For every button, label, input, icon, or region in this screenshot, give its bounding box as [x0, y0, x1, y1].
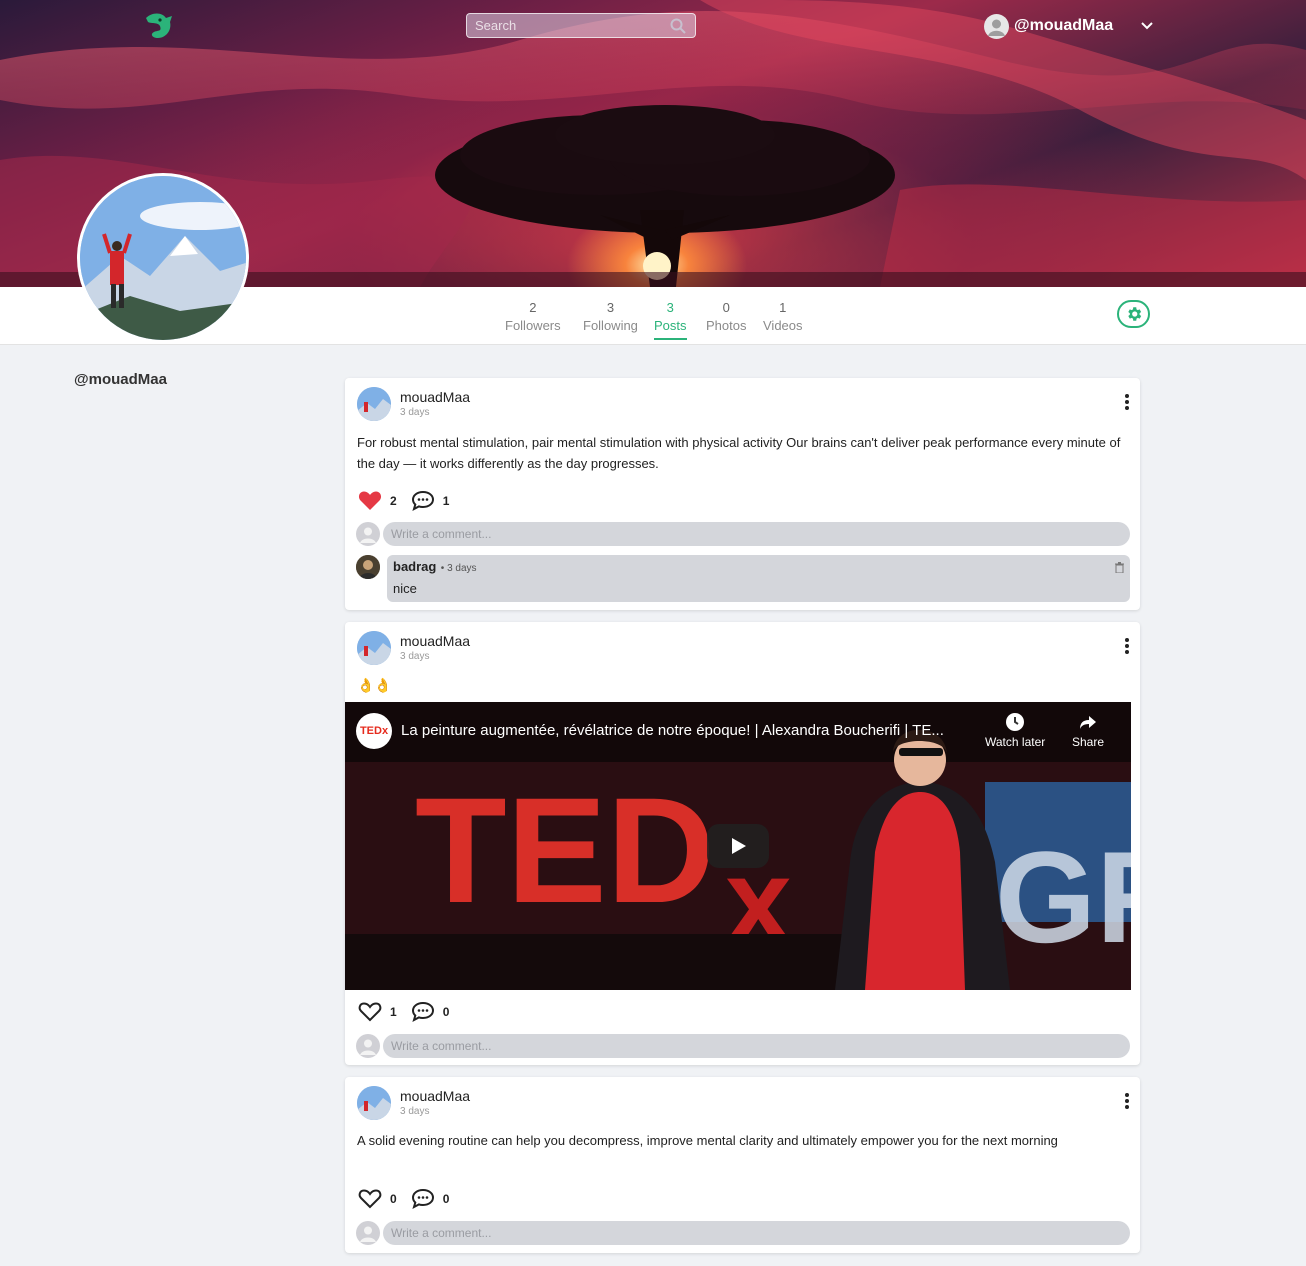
comment-button[interactable]: 1 [411, 490, 450, 511]
stat-label: Followers [505, 318, 561, 333]
watch-later-label: Watch later [985, 735, 1046, 749]
comment-composer [356, 522, 1130, 546]
watch-later-button[interactable]: Watch later [985, 712, 1045, 749]
like-button[interactable]: 2 [358, 490, 397, 511]
post-time: 3 days [400, 1106, 430, 1117]
play-icon [732, 838, 746, 854]
comment-count: 1 [442, 493, 450, 508]
post-card: mouadMaa 3 days 👌👌 TED x GR TEDx La pein… [345, 622, 1140, 1065]
video-title[interactable]: La peinture augmentée, révélatrice de no… [401, 722, 944, 739]
more-options-icon[interactable] [1124, 637, 1130, 655]
post-header: mouadMaa 3 days [357, 387, 470, 421]
trash-icon[interactable] [1115, 560, 1124, 574]
stat-label: Posts [654, 318, 687, 333]
stat-count: 1 [779, 300, 787, 315]
clock-icon [1006, 713, 1025, 731]
comment-button[interactable]: 0 [411, 1188, 450, 1209]
heart-outline-icon [358, 1189, 382, 1209]
like-button[interactable]: 0 [358, 1188, 397, 1209]
author-name[interactable]: mouadMaa [400, 1087, 470, 1105]
comment-time: • 3 days [440, 563, 477, 574]
like-count: 2 [390, 493, 397, 508]
commenter-name[interactable]: badrag [393, 559, 436, 574]
search-icon[interactable] [670, 18, 686, 34]
more-options-icon[interactable] [1124, 1092, 1130, 1110]
stat-label: Following [583, 318, 638, 333]
post-header: mouadMaa 3 days [357, 1086, 470, 1120]
post-text: A solid evening routine can help you dec… [357, 1133, 1058, 1148]
gear-icon [1127, 307, 1141, 321]
post-card: mouadMaa 3 days For robust mental stimul… [345, 378, 1140, 610]
stat-posts[interactable]: 3 Posts [654, 300, 687, 340]
heart-filled-icon [358, 491, 382, 510]
like-count: 0 [390, 1191, 397, 1206]
more-options-icon[interactable] [1124, 393, 1130, 411]
post-header: mouadMaa 3 days [357, 631, 470, 665]
commenter-avatar[interactable] [356, 555, 380, 579]
user-avatar-icon [356, 1034, 380, 1058]
user-menu-name: @mouadMaa [1014, 17, 1114, 34]
comment-icon [411, 1188, 434, 1209]
comment-input[interactable] [383, 522, 1130, 546]
app-logo-icon[interactable] [142, 10, 176, 42]
stat-count: 0 [722, 300, 730, 315]
comment-button[interactable]: 0 [411, 1001, 450, 1022]
search-input[interactable] [467, 14, 695, 37]
post-actions: 1 0 [358, 1001, 463, 1022]
author-avatar[interactable] [357, 631, 391, 665]
comment-icon [411, 490, 434, 511]
stat-photos[interactable]: 0 Photos [706, 300, 746, 336]
author-avatar[interactable] [357, 1086, 391, 1120]
comment-bubble: badrag • 3 days nice [387, 555, 1130, 602]
comment-composer [356, 1221, 1130, 1245]
stat-following[interactable]: 3 Following [583, 300, 638, 336]
stat-count: 3 [666, 300, 674, 315]
user-menu[interactable]: @mouadMaa [984, 13, 1153, 39]
share-button[interactable]: Share [1072, 712, 1104, 749]
post-card: mouadMaa 3 days A solid evening routine … [345, 1077, 1140, 1253]
post-time: 3 days [400, 407, 430, 418]
video-embed[interactable]: TED x GR TEDx La peinture augmentée, rév… [345, 702, 1131, 990]
stat-followers[interactable]: 2 Followers [505, 300, 561, 336]
user-avatar-icon [984, 13, 1009, 39]
comment-input[interactable] [383, 1221, 1130, 1245]
comment-count: 0 [442, 1004, 450, 1019]
author-avatar[interactable] [357, 387, 391, 421]
svg-text:TED: TED [415, 766, 715, 934]
user-avatar-icon [356, 522, 380, 546]
stat-videos[interactable]: 1 Videos [763, 300, 803, 336]
comment-text: nice [393, 581, 417, 596]
user-avatar-icon [356, 1221, 380, 1245]
post-text: 👌👌 [357, 677, 392, 693]
channel-logo[interactable]: TEDx [356, 713, 392, 749]
comment-composer [356, 1034, 1130, 1058]
play-button[interactable] [707, 824, 769, 868]
svg-text:GR: GR [995, 824, 1131, 970]
like-count: 1 [390, 1004, 397, 1019]
stat-label: Photos [706, 318, 747, 333]
profile-avatar[interactable] [77, 173, 249, 343]
stat-count: 3 [606, 300, 615, 315]
share-label: Share [1072, 735, 1105, 749]
heart-outline-icon [358, 1002, 382, 1022]
stat-label: Videos [763, 318, 803, 333]
post-actions: 2 1 [358, 490, 463, 511]
like-button[interactable]: 1 [358, 1001, 397, 1022]
comment-count: 0 [442, 1191, 450, 1206]
author-name[interactable]: mouadMaa [400, 388, 470, 406]
profile-handle: @mouadMaa [74, 371, 167, 388]
author-name[interactable]: mouadMaa [400, 632, 470, 650]
chevron-down-icon[interactable] [1140, 19, 1154, 33]
comment-item: badrag • 3 days nice [356, 555, 1130, 602]
settings-button[interactable] [1117, 300, 1150, 328]
share-icon [1080, 716, 1097, 729]
search-bar[interactable] [466, 13, 696, 38]
comment-icon [411, 1001, 434, 1022]
comment-input[interactable] [383, 1034, 1130, 1058]
post-actions: 0 0 [358, 1188, 463, 1209]
stat-count: 2 [529, 300, 537, 315]
post-text: For robust mental stimulation, pair ment… [357, 435, 1121, 471]
post-time: 3 days [400, 651, 430, 662]
